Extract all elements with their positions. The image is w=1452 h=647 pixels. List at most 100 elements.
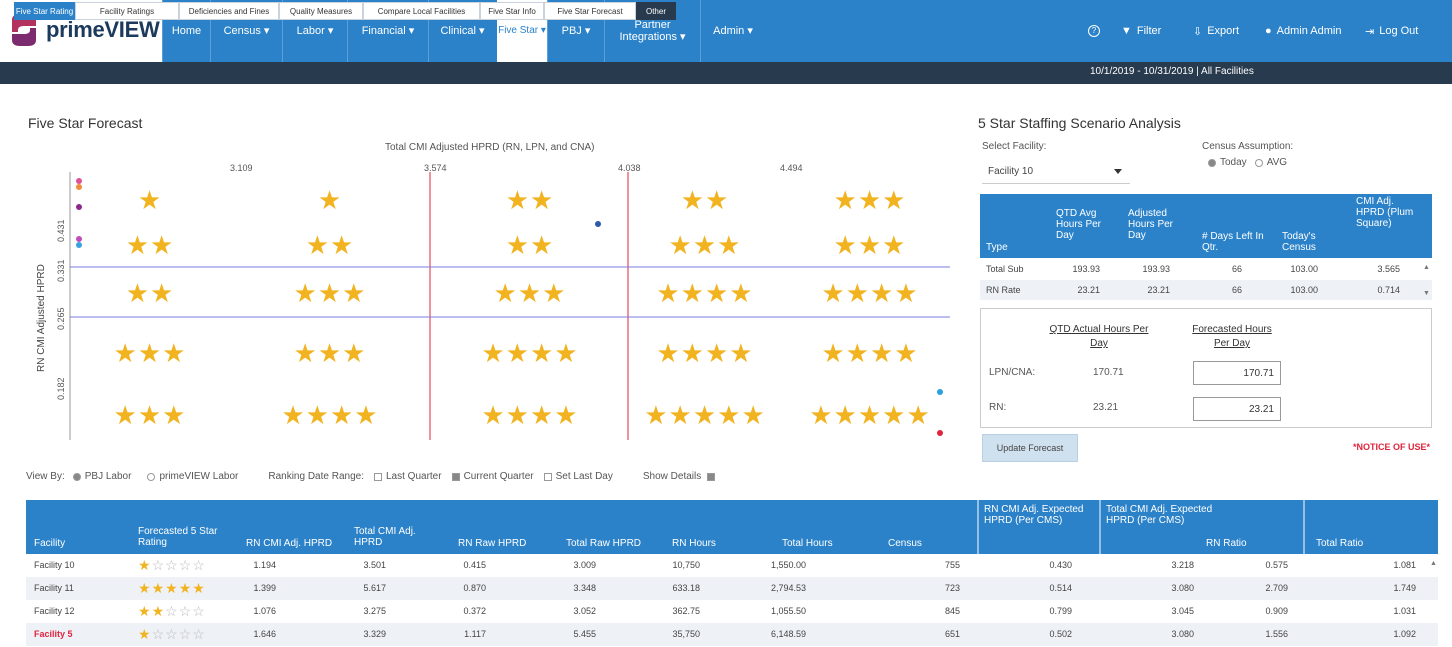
facility-point[interactable] xyxy=(937,430,943,436)
scroll-down-icon[interactable]: ▼ xyxy=(1423,290,1430,297)
facility-name[interactable]: Facility 12 xyxy=(34,606,75,616)
row-type: Total Sub xyxy=(986,264,1024,274)
table-cell: 3.348 xyxy=(573,583,596,593)
star-filled-icon: ★ xyxy=(192,580,206,596)
show-details-checkbox[interactable] xyxy=(707,472,716,481)
star-rating-cell: ★★ xyxy=(505,185,555,215)
facility-point[interactable] xyxy=(76,184,82,190)
table-cell: 66 xyxy=(1231,264,1242,274)
show-details-label: Show Details xyxy=(642,471,702,482)
star-filled-icon: ★ xyxy=(151,580,166,596)
facility-name[interactable]: Facility 10 xyxy=(34,560,75,570)
radio-primeview[interactable] xyxy=(147,472,156,481)
forecast-input-box: QTD Actual Hours Per Day Forecasted Hour… xyxy=(980,308,1432,428)
scroll-up-icon[interactable]: ▲ xyxy=(1423,264,1430,271)
radio-pbj[interactable] xyxy=(72,472,81,481)
star-filled-icon: ★ xyxy=(138,557,152,573)
table-row[interactable]: Facility 5 ★☆☆☆☆ 1.646 3.329 1.117 5.455 35,75… xyxy=(26,623,1438,646)
help-button[interactable]: ? xyxy=(1088,0,1100,62)
facility-select[interactable]: Facility 10 xyxy=(982,160,1130,184)
star-filled-icon: ★ xyxy=(138,603,152,619)
star-rating-cell: ★★★★ xyxy=(481,338,579,368)
star-rating-cell: ★★★★★ xyxy=(644,400,766,430)
set-last-day-checkbox[interactable] xyxy=(543,472,552,481)
star-rating-cell: ★★★★ xyxy=(281,400,379,430)
star-rating-cell: ★★★ xyxy=(113,338,187,368)
table-cell: 3.052 xyxy=(573,606,596,616)
facility-name[interactable]: Facility 5 xyxy=(34,629,73,639)
table-cell: 0.909 xyxy=(1265,606,1288,616)
table-row[interactable]: Total Sub 193.93 193.93 66 103.00 3.565 xyxy=(980,259,1432,279)
star-rating-cell: ★★★ xyxy=(668,230,742,260)
logout-button[interactable]: ⇥ Log Out xyxy=(1365,0,1418,62)
view-prime-label: primeVIEW Labor xyxy=(159,471,239,482)
table-cell: 1.194 xyxy=(253,560,276,570)
col-cmi-adj: CMI Adj. HPRD (Plum Square) xyxy=(1356,196,1414,229)
star-rating-cell: ★★★ xyxy=(293,338,367,368)
current-quarter-checkbox[interactable] xyxy=(451,472,460,481)
filter-button[interactable]: ▼ Filter xyxy=(1121,0,1161,62)
star-rating-cell: ★★ xyxy=(505,230,555,260)
table-cell: 651 xyxy=(944,629,960,639)
table-row[interactable]: Facility 12 ★★☆☆☆ 1.076 3.275 0.372 3.052 362.… xyxy=(26,600,1438,623)
table-cell: 3.080 xyxy=(1171,629,1194,639)
table-cell: 3.045 xyxy=(1171,606,1194,616)
census-today-radio[interactable] xyxy=(1208,158,1216,167)
user-icon: ● xyxy=(1265,25,1272,37)
forecast-star-rating: ★☆☆☆☆ xyxy=(138,557,206,574)
star-rating-cell: ★★★★ xyxy=(821,338,919,368)
help-icon: ? xyxy=(1088,25,1100,37)
star-filled-icon: ★ xyxy=(165,580,179,596)
table-cell: 1.081 xyxy=(1393,560,1416,570)
table-cell: 66 xyxy=(1231,285,1242,295)
facility-point[interactable] xyxy=(937,389,943,395)
census-avg-radio[interactable] xyxy=(1254,158,1263,167)
star-rating-cell: ★★★ xyxy=(113,400,187,430)
facility-point[interactable] xyxy=(595,221,601,227)
facility-name[interactable]: Facility 11 xyxy=(34,583,74,593)
lpn-actual: 170.71 xyxy=(1093,367,1124,378)
forecast-star-rating: ★☆☆☆☆ xyxy=(138,626,206,643)
facility-point[interactable] xyxy=(76,242,82,248)
notice-of-use-link[interactable]: *NOTICE OF USE* xyxy=(1353,442,1430,452)
table-cell: 103.00 xyxy=(1290,264,1318,274)
star-filled-icon: ★ xyxy=(151,603,166,619)
table-row[interactable]: Facility 11 ★★★★★ 1.399 5.617 0.870 3.348 633.… xyxy=(26,577,1438,600)
facility-point[interactable] xyxy=(76,178,82,184)
star-rating-cell: ★★★★ xyxy=(481,400,579,430)
lpn-forecast-input[interactable]: 170.71 xyxy=(1193,361,1281,385)
star-empty-icon: ☆ xyxy=(178,557,193,573)
staffing-title: 5 Star Staffing Scenario Analysis xyxy=(978,115,1181,131)
star-rating-cell: ★★★ xyxy=(833,230,907,260)
table-cell: 1.092 xyxy=(1393,629,1416,639)
table-cell: 1.117 xyxy=(464,629,486,639)
table-cell: 3.565 xyxy=(1377,264,1400,274)
rn-forecast-input[interactable]: 23.21 xyxy=(1193,397,1281,421)
table-cell: 1.399 xyxy=(253,583,276,593)
table-row[interactable]: RN Rate 23.21 23.21 66 103.00 0.714 xyxy=(980,280,1432,300)
export-button[interactable]: ⇩ Export xyxy=(1193,0,1239,62)
update-forecast-button[interactable]: Update Forecast xyxy=(982,434,1078,462)
options-row: View By: PBJ Labor primeVIEW Labor Ranki… xyxy=(26,471,719,482)
table-row[interactable]: Facility 10 ★☆☆☆☆ 1.194 3.501 0.415 3.009 10,7… xyxy=(26,554,1438,577)
star-empty-icon: ☆ xyxy=(192,557,206,573)
facility-point[interactable] xyxy=(76,204,82,210)
table-cell: 23.21 xyxy=(1077,285,1100,295)
table-cell: 103.00 xyxy=(1290,285,1318,295)
table-cell: 3.218 xyxy=(1171,560,1194,570)
filter-label: Filter xyxy=(1136,25,1162,37)
row-type: RN Rate xyxy=(986,285,1021,295)
last-quarter-checkbox[interactable] xyxy=(373,472,382,481)
user-menu[interactable]: ● Admin Admin xyxy=(1265,0,1341,62)
staffing-table-header: Type QTD Avg Hours Per Day Adjusted Hour… xyxy=(980,194,1432,258)
table-cell: 755 xyxy=(944,560,960,570)
table-cell: 23.21 xyxy=(1147,285,1170,295)
set-last-day-label: Set Last Day xyxy=(555,471,613,482)
facility-point[interactable] xyxy=(76,236,82,242)
table-cell: 3.009 xyxy=(573,560,596,570)
logout-icon: ⇥ xyxy=(1365,25,1375,38)
scroll-up-icon[interactable]: ▲ xyxy=(1430,560,1437,567)
table-cell: 845 xyxy=(944,606,960,616)
star-filled-icon: ★ xyxy=(138,626,152,642)
table-cell: 1.076 xyxy=(253,606,276,616)
